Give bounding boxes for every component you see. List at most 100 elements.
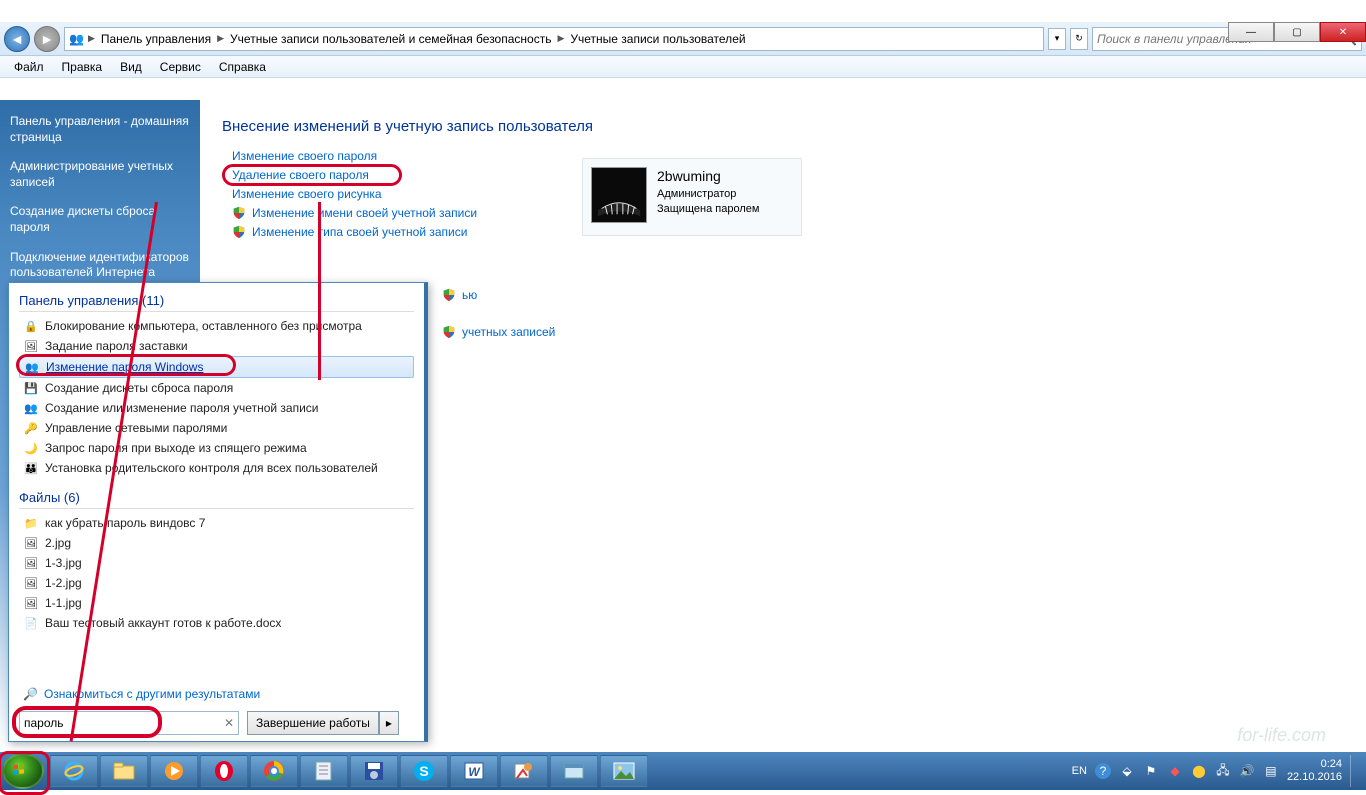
start-button[interactable] — [2, 753, 44, 789]
user-account-card: 2bwuming Администратор Защищена паролем — [582, 158, 802, 236]
breadcrumb-item[interactable]: Панель управления — [99, 32, 213, 46]
user-status: Защищена паролем — [657, 202, 759, 217]
taskbar-save-icon[interactable] — [350, 755, 398, 787]
taskbar-ie-icon[interactable] — [50, 755, 98, 787]
shield-icon — [232, 225, 246, 239]
menu-edit[interactable]: Правка — [54, 58, 111, 76]
back-button[interactable]: ◄ — [4, 26, 30, 52]
taskbar-chrome-icon[interactable] — [250, 755, 298, 787]
volume-icon[interactable]: 🔊 — [1239, 763, 1255, 779]
start-search-input[interactable]: ✕ — [19, 711, 239, 735]
search-result-file[interactable]: 🖼1-1.jpg — [19, 593, 414, 613]
search-result-file[interactable]: 📁как убрать пароль виндовс 7 — [19, 513, 414, 533]
search-result-item[interactable]: 👥Создание или изменение пароля учетной з… — [19, 398, 414, 418]
show-desktop-button[interactable] — [1350, 755, 1358, 787]
result-icon: 👥 — [24, 359, 40, 375]
search-result-item[interactable]: 🖼Задание пароля заставки — [19, 336, 414, 356]
explorer-navbar: ◄ ► 👥 ▶ Панель управления ▶ Учетные запи… — [0, 22, 1366, 56]
network-icon[interactable]: 🖧 — [1215, 763, 1231, 779]
file-icon: 📁 — [23, 515, 39, 531]
shutdown-button[interactable]: Завершение работы — [247, 711, 379, 735]
search-result-item[interactable]: 👪Установка родительского контроля для вс… — [19, 458, 414, 478]
taskbar-photo-icon[interactable] — [600, 755, 648, 787]
watermark: for-life.com — [1237, 725, 1326, 746]
action-center-icon[interactable]: ⚑ — [1143, 763, 1159, 779]
taskbar-skype-icon[interactable]: S — [400, 755, 448, 787]
shield-icon — [442, 288, 456, 302]
svg-text:S: S — [419, 763, 428, 779]
start-search-panel: Панель управления (11) 🔒Блокирование ком… — [8, 282, 428, 742]
taskbar-paint-icon[interactable] — [500, 755, 548, 787]
menu-view[interactable]: Вид — [112, 58, 150, 76]
result-icon: 🔒 — [23, 318, 39, 334]
svg-text:W: W — [468, 765, 481, 779]
menu-bar: Файл Правка Вид Сервис Справка — [0, 56, 1366, 78]
search-result-item[interactable]: 👥Изменение пароля Windows — [19, 356, 414, 378]
search-result-file[interactable]: 🖼2.jpg — [19, 533, 414, 553]
taskbar-app-icon[interactable] — [550, 755, 598, 787]
file-icon: 🖼 — [23, 555, 39, 571]
tray-icon[interactable]: ⬙ — [1119, 763, 1135, 779]
clock[interactable]: 0:24 22.10.2016 — [1287, 758, 1342, 784]
clear-search-icon[interactable]: ✕ — [224, 716, 234, 730]
result-icon: 👥 — [23, 400, 39, 416]
user-role: Администратор — [657, 187, 759, 202]
language-indicator[interactable]: EN — [1072, 765, 1087, 777]
search-result-file[interactable]: 🖼1-3.jpg — [19, 553, 414, 573]
shutdown-options-button[interactable]: ▸ — [379, 711, 399, 735]
taskbar: S W EN ? ⬙ ⚑ ◆ ⬤ 🖧 🔊 ▤ 0:24 22.10.2016 — [0, 752, 1366, 790]
result-icon: 👪 — [23, 460, 39, 476]
taskbar-opera-icon[interactable] — [200, 755, 248, 787]
help-tray-icon[interactable]: ? — [1095, 763, 1111, 779]
sidebar-link[interactable]: Администрирование учетных записей — [10, 159, 190, 190]
search-result-item[interactable]: 🌙Запрос пароля при выходе из спящего реж… — [19, 438, 414, 458]
breadcrumb[interactable]: 👥 ▶ Панель управления ▶ Учетные записи п… — [64, 27, 1044, 51]
account-action-link[interactable]: ью — [442, 288, 1344, 302]
result-icon: 💾 — [23, 380, 39, 396]
search-result-item[interactable]: 🔑Управление сетевыми паролями — [19, 418, 414, 438]
user-name: 2bwuming — [657, 167, 759, 187]
annotation-highlight — [0, 751, 50, 795]
see-more-results[interactable]: 🔎 Ознакомиться с другими результатами — [19, 681, 414, 707]
maximize-button[interactable]: ▢ — [1274, 22, 1320, 42]
page-title: Внесение изменений в учетную запись поль… — [222, 118, 1344, 135]
refresh-button[interactable]: ↻ — [1070, 28, 1088, 50]
account-action-link[interactable]: учетных записей — [442, 325, 1344, 339]
file-icon: 🖼 — [23, 575, 39, 591]
result-icon: 🔑 — [23, 420, 39, 436]
menu-tools[interactable]: Сервис — [152, 58, 209, 76]
forward-button[interactable]: ► — [34, 26, 60, 52]
search-result-file[interactable]: 🖼1-2.jpg — [19, 573, 414, 593]
breadcrumb-item[interactable]: Учетные записи пользователей — [568, 32, 747, 46]
system-tray: EN ? ⬙ ⚑ ◆ ⬤ 🖧 🔊 ▤ 0:24 22.10.2016 — [1072, 755, 1364, 787]
breadcrumb-dropdown[interactable]: ▾ — [1048, 28, 1066, 50]
file-icon: 🖼 — [23, 595, 39, 611]
menu-help[interactable]: Справка — [211, 58, 274, 76]
taskbar-wmp-icon[interactable] — [150, 755, 198, 787]
minimize-button[interactable]: — — [1228, 22, 1274, 42]
shield-icon — [442, 325, 456, 339]
tray-icon[interactable]: ◆ — [1167, 763, 1183, 779]
search-result-file[interactable]: 📄Ваш тестовый аккаунт готов к работе.doc… — [19, 613, 414, 633]
search-group-header: Панель управления (11) — [19, 293, 414, 312]
search-result-item[interactable]: 🔒Блокирование компьютера, оставленного б… — [19, 316, 414, 336]
search-result-item[interactable]: 💾Создание дискеты сброса пароля — [19, 378, 414, 398]
taskbar-word-icon[interactable]: W — [450, 755, 498, 787]
file-icon: 🖼 — [23, 535, 39, 551]
result-icon: 🖼 — [23, 338, 39, 354]
shield-icon — [232, 206, 246, 220]
tray-icon[interactable]: ⬤ — [1191, 763, 1207, 779]
taskbar-notepadpp-icon[interactable] — [300, 755, 348, 787]
menu-file[interactable]: Файл — [6, 58, 52, 76]
avatar — [591, 167, 647, 223]
search-group-header: Файлы (6) — [19, 490, 414, 509]
tray-icon[interactable]: ▤ — [1263, 763, 1279, 779]
sidebar-link[interactable]: Создание дискеты сброса пароля — [10, 204, 190, 235]
breadcrumb-item[interactable]: Учетные записи пользователей и семейная … — [228, 32, 553, 46]
result-icon: 🌙 — [23, 440, 39, 456]
sidebar-link[interactable]: Подключение идентификаторов пользователе… — [10, 250, 190, 281]
close-button[interactable]: ✕ — [1320, 22, 1366, 42]
sidebar-home-link[interactable]: Панель управления - домашняя страница — [10, 114, 190, 145]
taskbar-explorer-icon[interactable] — [100, 755, 148, 787]
file-icon: 📄 — [23, 615, 39, 631]
